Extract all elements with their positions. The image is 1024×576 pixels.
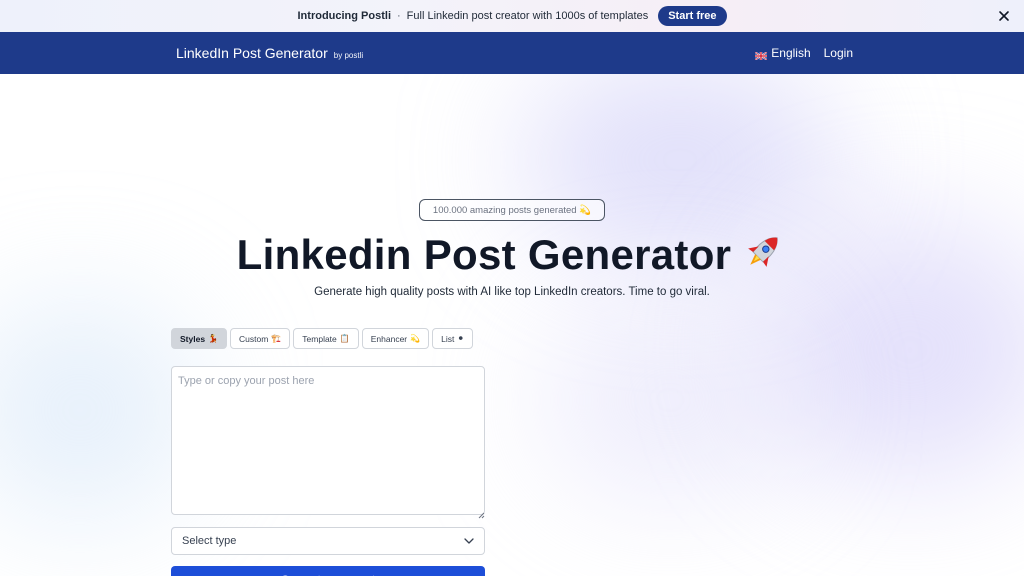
brand-title: LinkedIn Post Generator bbox=[176, 45, 328, 61]
login-link[interactable]: Login bbox=[824, 46, 853, 60]
tab-styles[interactable]: Styles 💃 bbox=[171, 328, 228, 349]
brand-by: by postli bbox=[333, 51, 364, 60]
chevron-down-icon bbox=[464, 535, 474, 547]
language-label: English bbox=[771, 46, 811, 60]
tab-label: Custom bbox=[239, 333, 269, 344]
announcement-text: Full Linkedin post creator with 1000s of… bbox=[406, 10, 649, 22]
tab-custom[interactable]: Custom 🏗️ bbox=[230, 328, 291, 349]
page-title: Linkedin Post Generator bbox=[0, 229, 1024, 279]
clipboard-icon: 📋 bbox=[339, 334, 350, 343]
close-icon[interactable] bbox=[996, 8, 1012, 24]
posts-generated-badge: 100.000 amazing posts generated 💫 bbox=[419, 199, 605, 221]
tab-label: Template bbox=[302, 333, 337, 344]
sparkle-icon: 💫 bbox=[410, 334, 421, 343]
tab-template[interactable]: Template 📋 bbox=[293, 328, 359, 349]
announcement-heading: Introducing Postli bbox=[297, 10, 392, 22]
announcement-separator: · bbox=[397, 10, 401, 22]
generator-tabs: Styles 💃 Custom 🏗️ Template 📋 Enhancer 💫 Lis… bbox=[171, 328, 474, 349]
construction-icon: 🏗️ bbox=[271, 334, 282, 343]
page-subtitle: Generate high quality posts with AI like… bbox=[314, 286, 710, 298]
top-navigation: LinkedIn Post Generator by postli Englis… bbox=[0, 32, 1024, 74]
black-circle-icon: ⚫ bbox=[457, 334, 465, 343]
tab-label: Enhancer bbox=[370, 333, 408, 344]
tab-list[interactable]: List ⚫ bbox=[432, 328, 474, 349]
tab-enhancer[interactable]: Enhancer 💫 bbox=[361, 328, 430, 349]
post-type-select[interactable]: Select type bbox=[171, 527, 485, 555]
resize-handle-icon[interactable] bbox=[477, 506, 485, 519]
uk-flag-icon bbox=[754, 49, 768, 61]
generate-post-button[interactable]: Generate your post bbox=[171, 566, 485, 576]
tab-label: List bbox=[441, 333, 455, 344]
post-type-select-value: Select type bbox=[182, 535, 237, 547]
post-input[interactable] bbox=[171, 366, 485, 515]
dancer-icon: 💃 bbox=[208, 334, 219, 343]
brand[interactable]: LinkedIn Post Generator by postli bbox=[176, 45, 363, 61]
rocket-icon bbox=[739, 229, 787, 275]
language-selector[interactable]: English bbox=[754, 46, 811, 61]
start-free-button[interactable]: Start free bbox=[658, 6, 727, 26]
page-title-text: Linkedin Post Generator bbox=[236, 231, 732, 278]
tab-label: Styles bbox=[180, 333, 206, 344]
announcement-bar: Introducing Postli · Full Linkedin post … bbox=[0, 0, 1024, 32]
